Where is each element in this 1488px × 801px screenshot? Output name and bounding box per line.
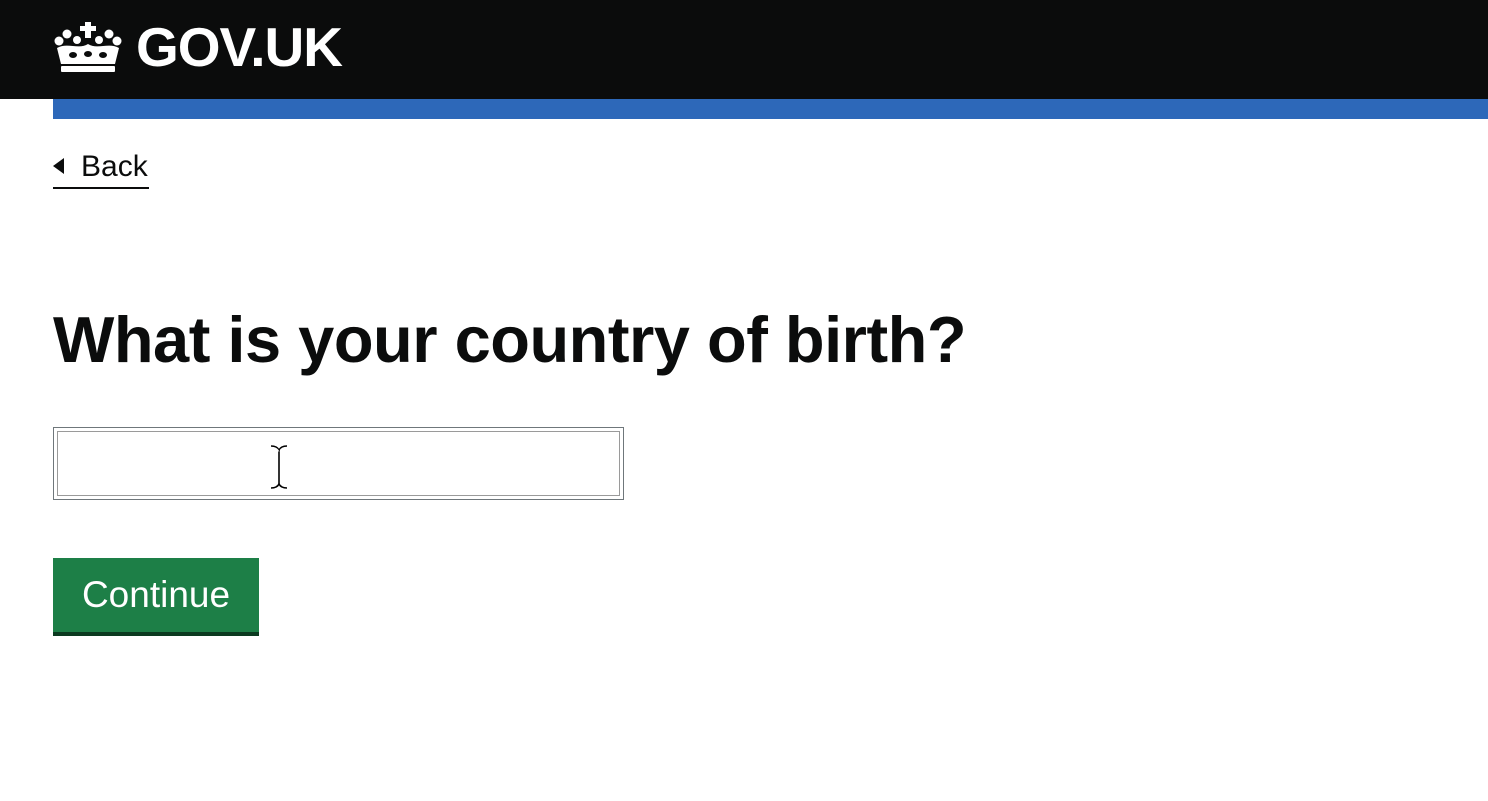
header-accent-bar bbox=[53, 99, 1488, 119]
triangle-left-icon bbox=[53, 158, 64, 174]
text-cursor-icon bbox=[270, 445, 288, 489]
back-link-label: Back bbox=[81, 150, 148, 183]
back-link[interactable]: Back bbox=[53, 147, 149, 189]
crown-icon bbox=[54, 22, 122, 72]
country-of-birth-input[interactable] bbox=[53, 427, 624, 500]
site-header: GOV.UK bbox=[0, 0, 1488, 99]
govuk-logo-link[interactable]: GOV.UK bbox=[53, 16, 343, 78]
continue-button[interactable]: Continue bbox=[53, 558, 259, 636]
input-inner-border bbox=[57, 431, 620, 496]
govuk-logotype: GOV.UK bbox=[136, 16, 343, 78]
page-heading: What is your country of birth? bbox=[53, 303, 967, 376]
